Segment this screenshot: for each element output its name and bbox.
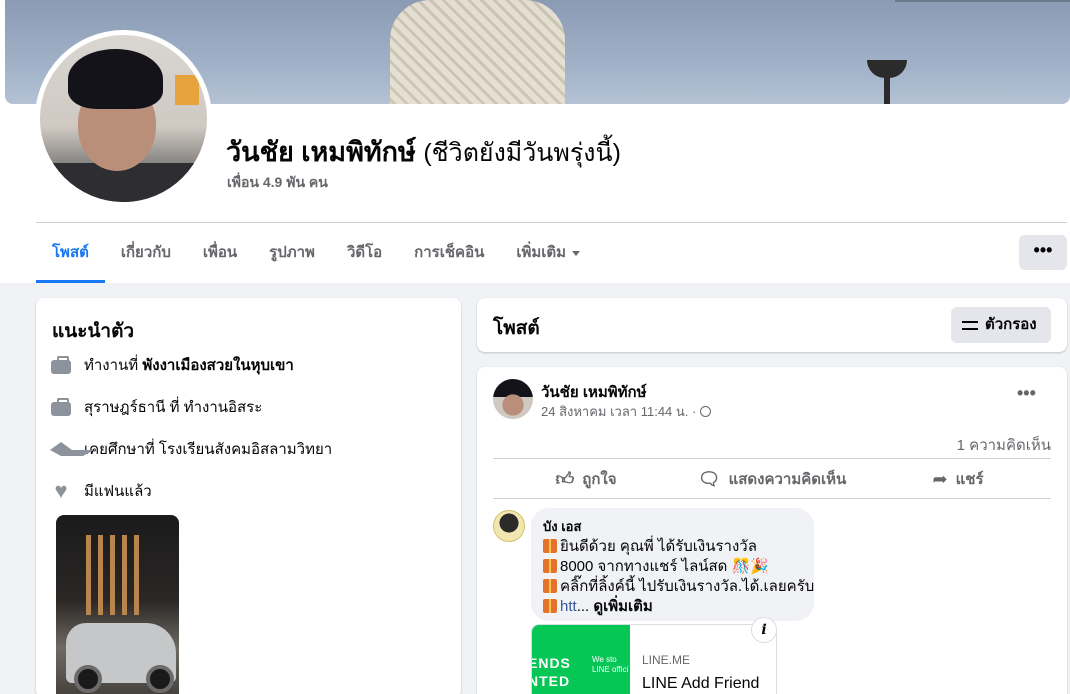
post-timestamp[interactable]: 24 สิงหาคม เวลา 11:44 น. · — [541, 404, 696, 419]
posts-header-card: โพสต์ ตัวกรอง — [477, 298, 1067, 352]
friend-count[interactable]: เพื่อน 4.9 พัน คน — [227, 172, 328, 194]
tab-photos[interactable]: รูปภาพ — [253, 232, 331, 283]
share-button[interactable]: ➦ แชร์ — [865, 460, 1051, 498]
filter-label: ตัวกรอง — [985, 316, 1037, 333]
like-label: ถูกใจ — [582, 471, 617, 488]
tab-posts[interactable]: โพสต์ — [36, 232, 105, 283]
intro-work-2: สุราษฎร์ธานี ที่ ทำงานอิสระ — [50, 395, 262, 419]
briefcase-icon — [50, 396, 72, 418]
tab-more-label: เพิ่มเติม — [516, 244, 567, 261]
tab-checkins[interactable]: การเช็คอิน — [398, 232, 500, 283]
comment-link[interactable]: htt — [560, 598, 577, 615]
intro-card: แนะนำตัว ทำงานที่ พังงาเมืองสวยในหุบเขา … — [36, 298, 461, 694]
filter-button[interactable]: ตัวกรอง — [951, 307, 1051, 343]
post-options-button[interactable]: ••• — [1017, 383, 1036, 404]
cover-tower-shape — [390, 0, 565, 104]
profile-avatar[interactable] — [35, 30, 212, 207]
caret-down-icon — [572, 250, 581, 256]
globe-icon — [699, 406, 711, 417]
profile-tabs: โพสต์ เกี่ยวกับ เพื่อน รูปภาพ วิดีโอ การ… — [36, 232, 596, 283]
intro-work-2-text: สุราษฎร์ธานี ที่ ทำงานอิสระ — [84, 399, 263, 416]
tab-more[interactable]: เพิ่มเติม — [500, 232, 596, 283]
divider — [493, 498, 1051, 499]
intro-education-text: เคยศึกษาที่ โรงเรียนสังคมอิสลามวิทยา — [84, 441, 333, 458]
intro-work-1-place[interactable]: พังงาเมืองสวยในหุบเขา — [142, 353, 293, 377]
gift-icon — [543, 579, 557, 593]
comment-label: แสดงความคิดเห็น — [728, 471, 847, 488]
gift-icon — [543, 539, 557, 553]
intro-relationship-text: มีแฟนแล้ว — [84, 483, 152, 500]
comment-bubble: บัง เอส ยินดีด้วย คุณพี่ ได้รับเงินรางวั… — [531, 508, 814, 621]
cover-lamp-pole — [884, 70, 890, 104]
tab-videos[interactable]: วิดีโอ — [331, 232, 398, 283]
post-card: วันชัย เหมพิทักษ์ 24 สิงหาคม เวลา 11:44 … — [477, 367, 1067, 694]
featured-photo[interactable] — [56, 515, 179, 694]
comment-button[interactable]: 🗨︎ แสดงความคิดเห็น — [679, 460, 865, 498]
cover-wire — [895, 0, 1070, 2]
profile-name-main: วันชัย เหมพิทักษ์ — [226, 137, 416, 167]
info-icon[interactable]: i — [751, 617, 777, 643]
share-arrow-icon: ➦ — [932, 468, 948, 489]
intro-education: เคยศึกษาที่ โรงเรียนสังคมอิสลามวิทยา — [50, 437, 332, 461]
profile-alt-name: (ชีวิตยังมีวันพรุ่งนี้) — [423, 139, 621, 167]
briefcase-icon — [50, 354, 72, 376]
share-label: แชร์ — [955, 471, 984, 488]
profile-name: วันชัย เหมพิทักษ์ (ชีวิตยังมีวันพรุ่งนี้… — [226, 130, 621, 173]
graduation-cap-icon — [50, 438, 94, 460]
comment-count[interactable]: 1 ความคิดเห็น — [957, 433, 1051, 457]
profile-more-button[interactable]: ••• — [1019, 235, 1067, 270]
intro-relationship: ♥ มีแฟนแล้ว — [50, 478, 152, 503]
thumbs-up-icon: 👍︎ — [555, 469, 575, 489]
post-author-avatar[interactable] — [493, 379, 533, 419]
divider — [493, 458, 1051, 459]
commenter-avatar[interactable] — [493, 510, 525, 542]
see-more-link[interactable]: ดูเพิ่มเติม — [593, 598, 652, 615]
post-actions: 👍︎ ถูกใจ 🗨︎ แสดงความคิดเห็น ➦ แชร์ — [493, 460, 1051, 498]
post-meta: 24 สิงหาคม เวลา 11:44 น. · — [541, 401, 711, 422]
commenter-name[interactable]: บัง เอส — [543, 516, 802, 537]
intro-title: แนะนำตัว — [52, 321, 135, 342]
filter-icon — [962, 319, 978, 331]
intro-work-1-prefix: ทำงานที่ — [84, 357, 139, 374]
comment-line: ยินดีด้วย คุณพี่ ได้รับเงินรางวัล — [543, 537, 802, 557]
tab-friends[interactable]: เพื่อน — [187, 232, 253, 283]
posts-title: โพสต์ — [493, 318, 540, 339]
comment-line: htt... ดูเพิ่มเติม — [543, 597, 802, 617]
like-button[interactable]: 👍︎ ถูกใจ — [493, 460, 679, 498]
intro-work-1: ทำงานที่ พังงาเมืองสวยในหุบเขา — [50, 353, 294, 377]
link-preview-domain: LINE.ME — [642, 653, 691, 667]
heart-icon: ♥ — [54, 478, 68, 503]
gift-icon — [543, 559, 557, 573]
link-preview-title: LINE Add Friend — [642, 675, 760, 692]
comment-line: 8000 จากทางแชร์ ไลน์สด 🎊🎉 — [543, 557, 802, 577]
header-divider — [36, 222, 1067, 223]
link-preview-image: ENDS NTED We sto LINE offici — [532, 625, 630, 694]
link-preview[interactable]: ENDS NTED We sto LINE offici LINE.ME LIN… — [531, 624, 777, 694]
comment-line: คลิ๊กที่ลิ้งค์นี้ ไปรับเงินรางวัล.ได้.เล… — [543, 577, 814, 597]
gift-icon — [543, 599, 557, 613]
tab-about[interactable]: เกี่ยวกับ — [105, 232, 187, 283]
comment-bubble-icon: 🗨︎ — [697, 468, 721, 489]
